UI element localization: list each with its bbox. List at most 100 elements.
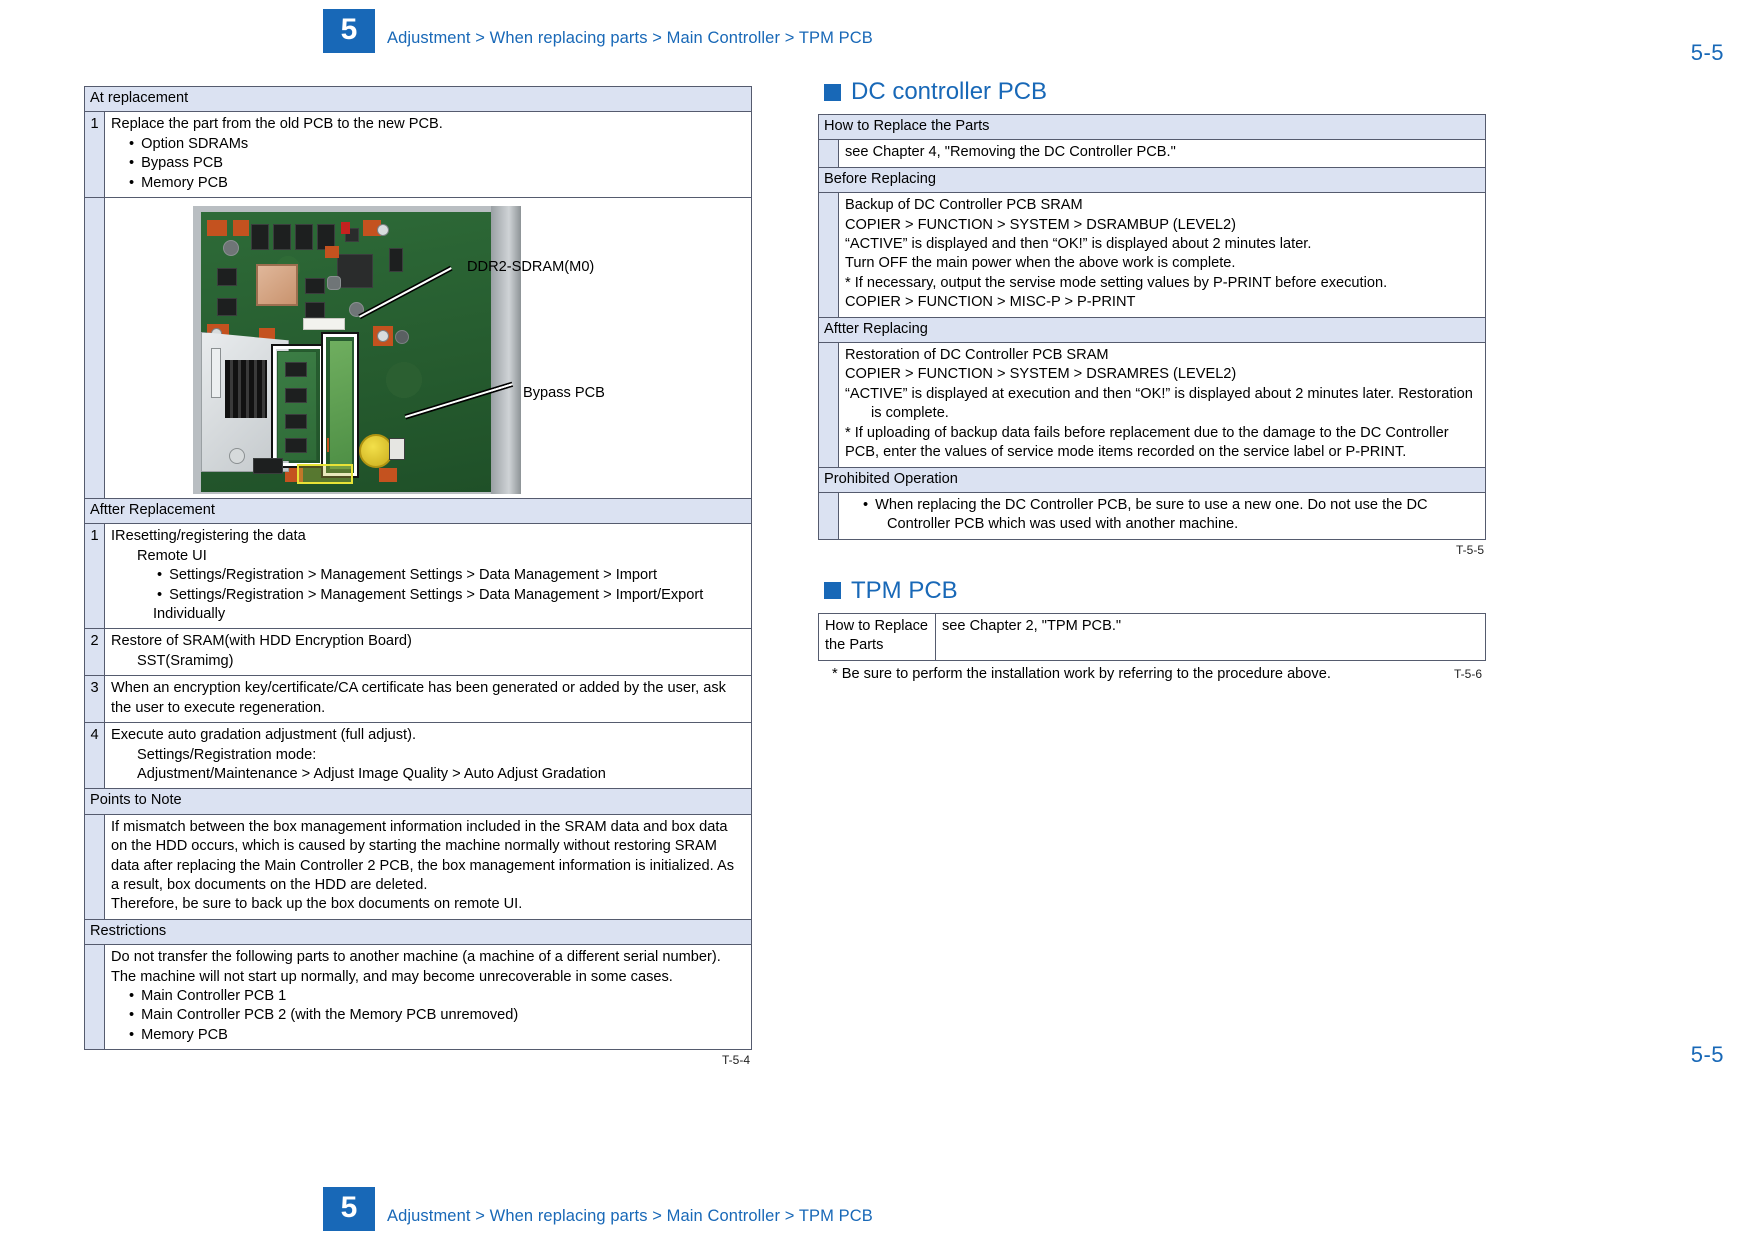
table-section-header-at-replacement: At replacement [84,85,752,113]
section-header-label: At replacement [84,85,752,113]
row-value: see Chapter 2, "TPM PCB." [935,612,1486,661]
section-header-label: Prohibited Operation [818,466,1486,493]
row-text: the user to execute regeneration. [111,699,326,716]
row-gutter [818,192,839,318]
row-text: COPIER > FUNCTION > SYSTEM > DSRAMRES (L… [845,366,1237,383]
table-caption: T-5-6 [1453,666,1482,681]
bullet-icon: • [129,135,135,152]
row-text: COPIER > FUNCTION > SYSTEM > DSRAMBUP (L… [845,216,1237,233]
list-item: • Main Controller PCB 2 (with the Memory … [111,1006,746,1025]
section-bullet-square-icon [824,83,841,101]
list-item: • When replacing the DC Controller PCB, b… [845,496,1480,515]
list-item: • Main Controller PCB 1 [111,987,746,1006]
callout-label-ddr2-sdram: DDR2-SDRAM(M0) [467,259,595,276]
list-item-label: Memory PCB [141,174,228,191]
table-section-header-after-replacing: Aftter Replacing [818,316,1486,344]
yellow-highlight-box [297,464,353,485]
list-item-label: When replacing the DC Controller PCB, be… [875,496,1428,513]
list-item: • Memory PCB [111,1026,746,1045]
row-text: Execute auto gradation adjustment (full … [111,727,417,744]
tpm-note-row: * Be sure to perform the installation wo… [818,666,1486,682]
bullet-icon: • [863,496,869,513]
row-text: * If necessary, output the servise mode … [845,274,1388,291]
screw [377,330,389,343]
row-text: see Chapter 4, "Removing the DC Controll… [845,144,1176,161]
paragraph-line: If mismatch between the box management i… [111,818,728,835]
bullet-icon: • [129,155,135,172]
table-row: 3 When an encryption key/certificate/CA … [84,675,752,724]
row-gutter [84,944,105,1051]
cpu-chip [256,264,298,307]
list-item-label: Settings/Registration > Management Setti… [169,567,658,584]
row-gutter [818,139,839,168]
list-item-continuation: Controller PCB which was used with anoth… [887,516,1239,533]
ddr2-sdram-highlight-box [271,344,325,469]
table-section-header-restrictions: Restrictions [84,918,752,946]
section-header-label: Aftter Replacing [818,316,1486,344]
row-text: Restoration of DC Controller PCB SRAM [845,347,1109,364]
chapter-number-badge: 5 [323,9,375,53]
row-number: 3 [84,675,105,724]
section-header-label: Restrictions [84,918,752,946]
connector [273,224,291,251]
row-gutter [84,813,105,920]
running-footer: 5 Adjustment > When replacing parts > Ma… [0,1186,1754,1232]
table-row: How to Replace the Parts see Chapter 2, … [818,612,1486,661]
row-subtext: SST(Sramimg) [137,652,234,669]
table-row: 2 Restore of SRAM(with HDD Encryption Bo… [84,628,752,677]
list-item-label: Memory PCB [141,1026,228,1043]
dc-controller-table: How to Replace the Parts see Chapter 4, … [818,113,1486,540]
paragraph-line: a result, box documents on the HDD are d… [111,876,428,893]
running-header: 5 Adjustment > When replacing parts > Ma… [0,8,1754,54]
list-item-label: Main Controller PCB 2 (with the Memory P… [141,1007,519,1024]
row-body: Execute auto gradation adjustment (full … [104,722,752,790]
screw-pad [325,246,339,259]
tpm-pcb-table: How to Replace the Parts see Chapter 2, … [818,612,1486,661]
row-number: 4 [84,722,105,790]
white-label [303,318,345,331]
list-item-label: Settings/Registration > Management Setti… [169,586,704,603]
row-body: IResetting/registering the data Remote U… [104,523,752,630]
bullet-icon: • [157,586,163,603]
bullet-icon: • [129,1026,135,1043]
row-body: Restoration of DC Controller PCB SRAM CO… [838,342,1486,468]
row-text-continuation: is complete. [871,405,949,422]
right-column: DC controller PCB How to Replace the Par… [818,80,1486,682]
paragraph-line: Therefore, be sure to back up the box do… [111,896,523,913]
table-row: 1 IResetting/registering the data Remote… [84,523,752,630]
row-subtext-2: Adjustment/Maintenance > Adjust Image Qu… [137,765,606,782]
chapter-number-badge: 5 [323,1187,375,1231]
screw-pad [207,220,227,237]
figure-row: DDR2-SDRAM(M0) Bypass PCB [84,197,752,500]
row-text: “ACTIVE” is displayed at execution and t… [845,385,1473,402]
screw-pad [233,220,249,237]
pcb-photo [193,206,521,495]
table-section-header-before-replacing: Before Replacing [818,166,1486,194]
row-body: see Chapter 4, "Removing the DC Controll… [838,139,1486,168]
callout-label-bypass-pcb: Bypass PCB [523,385,605,402]
component [217,298,237,317]
row-subtext: Remote UI [137,547,207,564]
list-item-label: Main Controller PCB 1 [141,987,287,1004]
list-item: • Option SDRAMs [111,135,746,154]
component [217,268,237,287]
coin-battery [359,434,393,469]
paragraph-line: data after replacing the Main Controller… [111,857,734,874]
inductor [327,276,341,291]
paragraph-line: Do not transfer the following parts to a… [111,949,721,966]
left-column: At replacement 1 Replace the part from t… [84,85,752,1067]
row-text: Restore of SRAM(with HDD Encryption Boar… [111,633,412,650]
list-item-label: Option SDRAMs [141,135,249,152]
row-text: Turn OFF the main power when the above w… [845,255,1236,272]
row-gutter [818,491,839,540]
section-heading-label: TPM PCB [851,576,958,604]
table-row: Restoration of DC Controller PCB SRAM CO… [818,342,1486,468]
bypass-pcb-highlight-box [321,332,359,479]
connector [251,224,269,251]
red-component [341,222,350,235]
row-subtext: Settings/Registration mode: [137,746,317,763]
row-body: When an encryption key/certificate/CA ce… [104,675,752,724]
paragraph-line: The machine will not start up normally, … [111,968,673,985]
figure-row-gutter [84,197,105,500]
row-text: * If uploading of backup data fails befo… [845,424,1449,441]
